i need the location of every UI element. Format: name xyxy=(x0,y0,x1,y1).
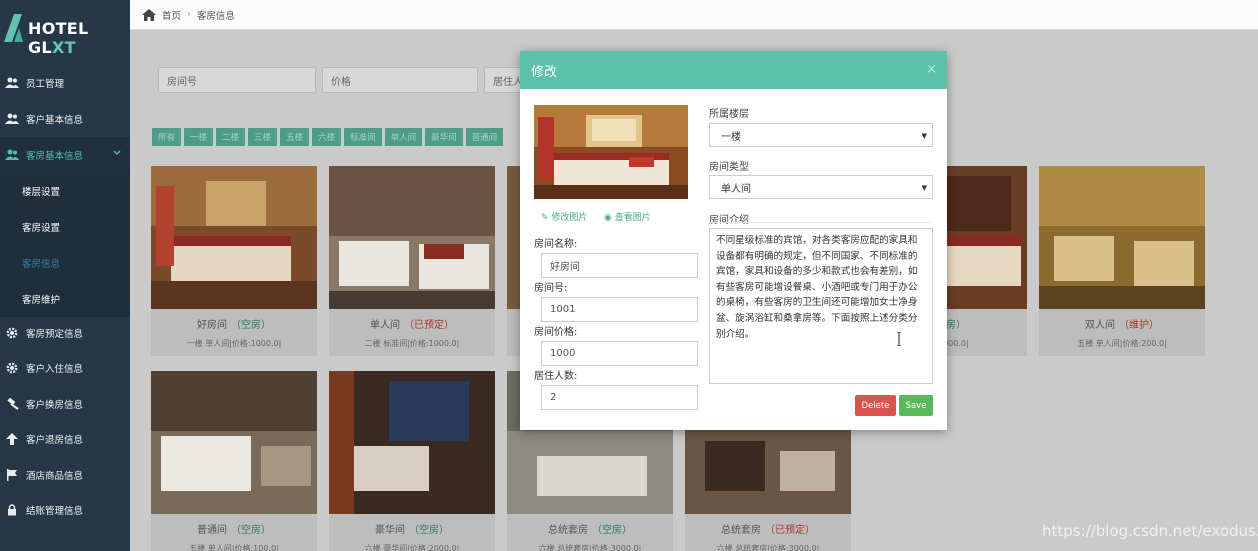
watermark: https://blog.csdn.net/exodus3 xyxy=(1042,522,1258,540)
room-price-label: 房间价格: xyxy=(534,327,578,338)
edit-image-label: 修改图片 xyxy=(551,213,588,223)
room-type-selected-value: 单人间 xyxy=(721,183,751,195)
view-image-link[interactable]: ◉ 查看图片 xyxy=(604,210,651,223)
guests-label: 居住人数: xyxy=(534,371,578,382)
save-button[interactable]: Save xyxy=(899,395,933,416)
room-image-preview xyxy=(534,105,688,199)
edit-room-modal: 修改 × ✎ 修改图片 ◉ 查看图片 房间名称: 好房间 房间号: 1001 房… xyxy=(520,51,947,430)
room-name-input[interactable]: 好房间 xyxy=(541,253,698,278)
view-image-label: 查看图片 xyxy=(614,213,651,223)
room-intro-textarea[interactable]: 不同星级标准的宾馆，对各类客房应配的家具和设备都有明确的规定，但不同国家、不同标… xyxy=(709,228,933,384)
modal-header: 修改 × xyxy=(520,51,947,89)
close-icon[interactable]: × xyxy=(926,62,937,77)
floor-label: 所属楼层 xyxy=(709,109,749,120)
modal-title: 修改 xyxy=(531,64,558,80)
room-price-value: 1000 xyxy=(550,348,576,359)
dropdown-arrow-icon: ▼ xyxy=(921,184,927,192)
room-number-value: 1001 xyxy=(550,304,576,315)
divider xyxy=(709,222,933,223)
room-number-label: 房间号: xyxy=(534,283,568,294)
guests-value: 2 xyxy=(550,392,557,403)
floor-select[interactable]: 一楼 ▼ xyxy=(709,123,933,147)
room-name-label: 房间名称: xyxy=(534,239,578,250)
eye-icon: ◉ xyxy=(604,213,612,223)
dropdown-arrow-icon: ▼ xyxy=(921,132,927,140)
room-type-select[interactable]: 单人间 ▼ xyxy=(709,175,933,199)
room-type-label: 房间类型 xyxy=(709,162,749,173)
delete-button[interactable]: Delete xyxy=(855,395,896,416)
room-name-value: 好房间 xyxy=(550,262,580,273)
floor-selected-value: 一楼 xyxy=(721,131,741,143)
guests-input[interactable]: 2 xyxy=(541,385,698,410)
text-cursor-icon xyxy=(897,332,901,346)
room-intro-label: 房间介绍 xyxy=(709,215,749,226)
room-price-input[interactable]: 1000 xyxy=(541,341,698,366)
edit-image-link[interactable]: ✎ 修改图片 xyxy=(541,210,587,223)
room-number-input[interactable]: 1001 xyxy=(541,297,698,322)
